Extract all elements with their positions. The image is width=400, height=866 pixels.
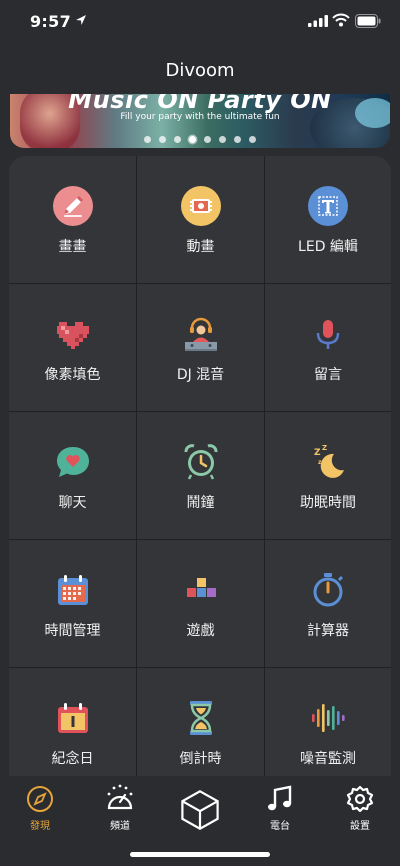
status-bar: 9:57 — [0, 0, 400, 44]
tab-gear[interactable]: 設置 — [325, 784, 395, 832]
feature-label: 畫畫 — [58, 239, 87, 255]
feature-tile-sleep-moon[interactable]: Z Zz 助眠時間 — [265, 412, 391, 539]
feature-label: 助眠時間 — [300, 495, 356, 511]
banner-page-dot[interactable] — [234, 136, 241, 143]
dj-icon — [181, 314, 221, 354]
feature-label: 鬧鐘 — [186, 495, 215, 511]
nav-bar: Divoom — [0, 44, 400, 94]
paint-icon — [52, 186, 93, 226]
microphone-icon — [308, 314, 348, 354]
feature-grid: 畫畫 動畫 LED 編輯像素填色 DJ 混音 留言聊天 鬧鐘 Z Zz 助眠時間時間管理 遊戲 計算… — [9, 156, 391, 776]
stopwatch-icon — [308, 570, 348, 610]
status-time: 9:57 — [30, 12, 71, 31]
sleep-moon-icon: ZZz — [308, 442, 348, 482]
cube-icon — [178, 788, 222, 832]
compass-icon — [25, 784, 55, 814]
feature-tile-paint[interactable]: 畫畫 — [9, 156, 136, 283]
feature-label: 留言 — [314, 367, 342, 383]
banner-subtitle: Fill your party with the ultimate fun — [120, 112, 280, 122]
feature-tile-animation[interactable]: 動畫 — [137, 156, 264, 283]
feature-tile-microphone[interactable]: 留言 — [265, 284, 391, 411]
music-note-icon — [265, 784, 295, 814]
feature-tile-dj[interactable]: DJ 混音 — [137, 284, 264, 411]
banner-page-dot[interactable] — [204, 136, 211, 143]
banner-page-dot[interactable] — [144, 136, 151, 143]
location-arrow-icon — [76, 15, 86, 25]
banner-page-dot[interactable] — [189, 136, 196, 143]
anniversary-icon — [53, 698, 93, 738]
animation-icon — [180, 186, 221, 226]
sound-wave-icon — [308, 698, 348, 738]
page-title: Divoom — [165, 60, 235, 81]
pixel-heart-icon — [53, 314, 93, 354]
home-indicator — [130, 852, 270, 857]
feature-tile-led-text[interactable]: LED 編輯 — [265, 156, 391, 283]
banner-page-dot[interactable] — [159, 136, 166, 143]
banner-headline: Music ON Party ON — [68, 94, 332, 114]
feature-tile-calendar[interactable]: 時間管理 — [9, 540, 136, 667]
banner-page-indicator[interactable] — [10, 128, 390, 147]
battery-icon — [355, 14, 381, 28]
feature-tile-anniversary[interactable]: 紀念日 — [9, 668, 136, 776]
svg-text:Z: Z — [314, 448, 321, 458]
feature-label: LED 編輯 — [298, 239, 358, 255]
feature-tile-game-blocks[interactable]: 遊戲 — [137, 540, 264, 667]
tab-label: 設置 — [350, 821, 370, 832]
feature-label: 聊天 — [58, 495, 87, 511]
feature-label: 倒計時 — [179, 751, 222, 767]
feature-label: 噪音監測 — [300, 751, 356, 767]
alarm-clock-icon — [181, 442, 221, 482]
chat-icon — [53, 442, 93, 482]
gear-icon — [345, 784, 375, 814]
tab-cube[interactable] — [165, 784, 235, 832]
feature-tile-pixel-heart[interactable]: 像素填色 — [9, 284, 136, 411]
feature-label: 計算器 — [307, 623, 349, 639]
channel-icon — [105, 784, 135, 814]
feature-tile-alarm-clock[interactable]: 鬧鐘 — [137, 412, 264, 539]
calendar-icon — [53, 570, 93, 610]
svg-text:z: z — [318, 459, 322, 466]
tab-label: 電台 — [270, 821, 290, 832]
tab-channel[interactable]: 頻道 — [85, 784, 155, 832]
tab-label: 發現 — [30, 821, 50, 832]
svg-text:Z: Z — [322, 444, 327, 452]
feature-tile-stopwatch[interactable]: 計算器 — [265, 540, 391, 667]
banner-page-dot[interactable] — [249, 136, 256, 143]
feature-label: 像素填色 — [44, 367, 101, 383]
app-screen: 9:57 Divoom Music ON Party ON Fill your … — [0, 0, 400, 866]
banner-page-dot[interactable] — [174, 136, 181, 143]
feature-label: 動畫 — [186, 239, 215, 255]
hourglass-icon — [181, 698, 221, 738]
feature-label: DJ 混音 — [176, 367, 225, 383]
led-text-icon — [308, 186, 348, 226]
feature-tile-sound-wave[interactable]: 噪音監測 — [265, 668, 391, 776]
cellular-signal-icon — [308, 15, 328, 27]
promo-banner[interactable]: Music ON Party ON Fill your party with t… — [10, 94, 390, 148]
feature-label: 紀念日 — [51, 751, 94, 767]
tab-label: 頻道 — [110, 821, 130, 832]
game-blocks-icon — [181, 570, 221, 610]
feature-label: 遊戲 — [186, 623, 215, 639]
tab-compass[interactable]: 發現 — [5, 784, 75, 832]
wifi-icon — [332, 13, 350, 27]
banner-page-dot[interactable] — [219, 136, 226, 143]
feature-tile-hourglass[interactable]: 倒計時 — [137, 668, 264, 776]
feature-label: 時間管理 — [44, 623, 101, 639]
tab-music-note[interactable]: 電台 — [245, 784, 315, 832]
feature-tile-chat[interactable]: 聊天 — [9, 412, 136, 539]
